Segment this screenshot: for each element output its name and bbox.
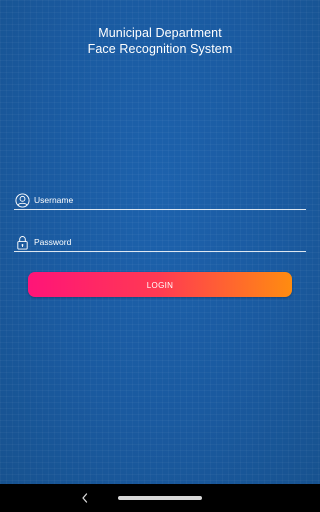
login-screen: Municipal Department Face Recognition Sy… bbox=[0, 0, 320, 484]
app-title: Municipal Department Face Recognition Sy… bbox=[0, 25, 320, 57]
password-field[interactable] bbox=[14, 233, 306, 252]
login-button[interactable]: LOGIN bbox=[28, 272, 292, 297]
app-title-line1: Municipal Department bbox=[98, 26, 222, 40]
back-button[interactable] bbox=[78, 491, 92, 505]
chevron-left-icon bbox=[82, 493, 88, 503]
password-input[interactable] bbox=[34, 234, 306, 250]
system-navigation-bar bbox=[0, 484, 320, 512]
username-input[interactable] bbox=[34, 192, 306, 208]
app-title-line2: Face Recognition System bbox=[87, 42, 233, 56]
username-field[interactable] bbox=[14, 191, 306, 210]
user-circle-icon bbox=[14, 192, 30, 208]
home-pill[interactable] bbox=[118, 496, 202, 500]
lock-icon bbox=[14, 234, 30, 250]
